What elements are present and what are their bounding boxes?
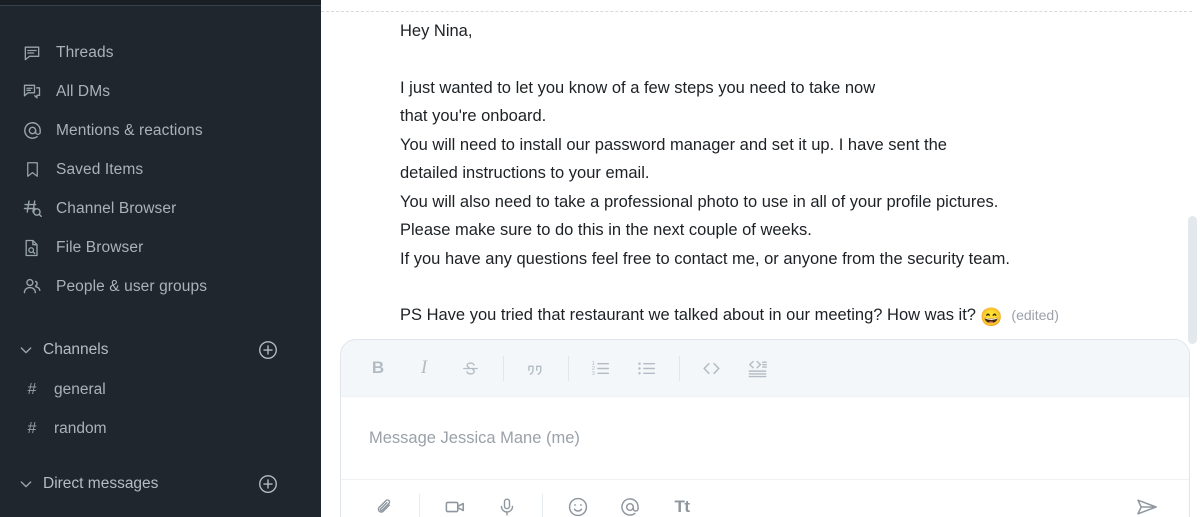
inline-code-button[interactable] — [696, 353, 726, 383]
sidebar-top-strip — [0, 0, 321, 6]
message-composer: B I 1 2 3 Message Jessica Mane (me) Tt — [340, 339, 1190, 517]
channel-browser-icon — [21, 198, 43, 220]
blockquote-button[interactable] — [520, 353, 550, 383]
sidebar-item-file-browser[interactable]: File Browser — [0, 228, 321, 267]
chevron-down-icon — [17, 475, 35, 493]
sidebar-item-all-dms[interactable]: All DMs — [0, 72, 321, 111]
toolbar-divider — [503, 355, 504, 381]
all-dms-icon — [21, 81, 43, 103]
threads-icon — [21, 42, 43, 64]
text-formatting-button[interactable]: Tt — [665, 490, 699, 517]
add-channel-button[interactable] — [257, 339, 279, 361]
add-direct-message-button[interactable] — [257, 473, 279, 495]
message-line: You will need to install our password ma… — [400, 135, 947, 154]
message-line: that you're onboard. — [400, 107, 547, 125]
message-pane-top-divider — [321, 11, 1192, 12]
direct-messages-section-title: Direct messages — [43, 475, 159, 492]
bold-button[interactable]: B — [363, 353, 393, 383]
hash-icon: # — [27, 380, 37, 398]
channels-section-title: Channels — [43, 341, 109, 358]
message-line: Hey Nina, — [400, 22, 473, 40]
chat-app-window: Threads All DMs Mentions & reactions Sav… — [0, 0, 1200, 517]
strikethrough-button[interactable] — [455, 353, 485, 383]
sidebar-item-label: People & user groups — [56, 277, 208, 295]
sidebar-item-label: File Browser — [56, 238, 144, 256]
message-scrollbar-thumb[interactable] — [1188, 216, 1197, 344]
sidebar-item-mentions-reactions[interactable]: Mentions & reactions — [0, 111, 321, 150]
record-audio-button[interactable] — [490, 490, 524, 517]
send-message-button[interactable] — [1129, 489, 1165, 517]
message-line: I just wanted to let you know of a few s… — [400, 78, 876, 97]
italic-button[interactable]: I — [409, 353, 439, 383]
sidebar-nav-list: Threads All DMs Mentions & reactions Sav… — [0, 33, 321, 306]
bulleted-list-button[interactable] — [631, 353, 661, 383]
message-line: Please make sure to do this in the next … — [400, 221, 812, 239]
mention-button[interactable] — [613, 490, 647, 517]
chevron-down-icon — [17, 341, 35, 359]
message-input-placeholder: Message Jessica Mane (me) — [369, 428, 580, 447]
sidebar-item-channel-browser[interactable]: Channel Browser — [0, 189, 321, 228]
sidebar-sections: Channels # general # random Direct messa… — [0, 330, 321, 504]
message-input[interactable]: Message Jessica Mane (me) — [341, 397, 1189, 479]
message-ps-text: PS Have you tried that restaurant we tal… — [400, 306, 976, 324]
formatting-toolbar: B I 1 2 3 — [341, 340, 1189, 397]
channel-name: general — [54, 380, 106, 398]
sidebar-item-saved-items[interactable]: Saved Items — [0, 150, 321, 189]
message-line: You will also need to take a professiona… — [400, 192, 999, 211]
sidebar-item-label: All DMs — [56, 82, 111, 100]
ordered-list-button[interactable]: 1 2 3 — [585, 353, 615, 383]
message-pane: Hey Nina, I just wanted to let you know … — [321, 0, 1200, 517]
edited-label: (edited) — [1011, 307, 1059, 323]
sidebar-item-threads[interactable]: Threads — [0, 33, 321, 72]
svg-text:3: 3 — [591, 370, 594, 376]
channel-item-general[interactable]: # general — [0, 370, 321, 409]
sidebar: Threads All DMs Mentions & reactions Sav… — [0, 0, 321, 517]
toolbar-divider — [679, 355, 680, 381]
hash-icon: # — [27, 419, 37, 437]
sidebar-item-people-user-groups[interactable]: People & user groups — [0, 267, 321, 306]
channel-name: random — [54, 419, 107, 437]
sidebar-item-label: Saved Items — [56, 160, 144, 178]
emoji-picker-button[interactable] — [561, 490, 595, 517]
grinning-face-emoji: 😄 — [979, 307, 1003, 327]
direct-messages-section-header[interactable]: Direct messages — [0, 464, 321, 504]
file-browser-icon — [21, 237, 43, 259]
channel-item-random[interactable]: # random — [0, 409, 321, 448]
channels-section-header[interactable]: Channels — [0, 330, 321, 370]
message-ps-line: PS Have you tried that restaurant we tal… — [400, 301, 1170, 330]
message-line: If you have any questions feel free to c… — [400, 249, 1010, 268]
people-icon — [21, 276, 43, 298]
record-video-button[interactable] — [438, 490, 472, 517]
sidebar-item-label: Threads — [56, 43, 114, 61]
toolbar-divider — [419, 494, 420, 517]
mentions-icon — [21, 120, 43, 142]
sidebar-item-label: Channel Browser — [56, 199, 177, 217]
sidebar-item-label: Mentions & reactions — [56, 121, 203, 139]
composer-action-bar: Tt — [341, 479, 1189, 517]
attach-file-button[interactable] — [367, 490, 401, 517]
toolbar-divider — [542, 494, 543, 517]
toolbar-divider — [568, 355, 569, 381]
code-block-button[interactable] — [742, 353, 772, 383]
bookmark-icon — [21, 159, 43, 181]
message-line: detailed instructions to your email. — [400, 164, 650, 182]
message-text-block: Hey Nina, I just wanted to let you know … — [400, 17, 1170, 330]
